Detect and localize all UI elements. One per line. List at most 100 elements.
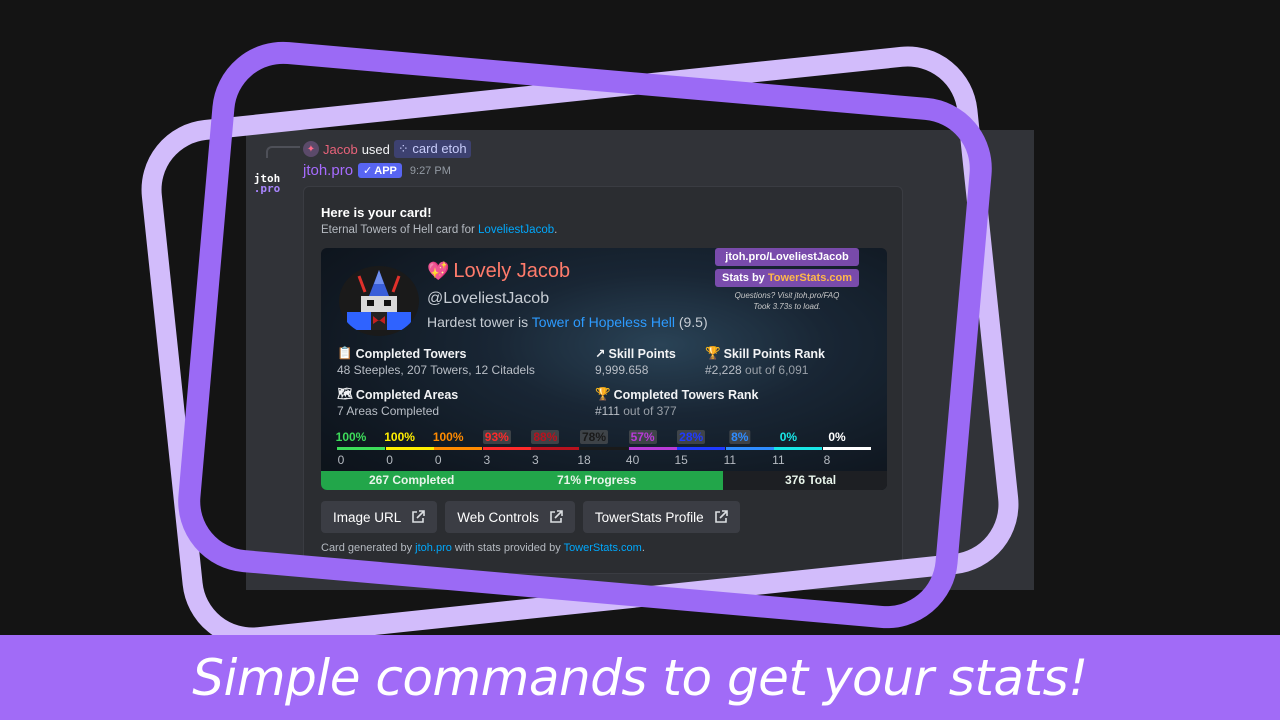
difficulty-count: 3: [532, 453, 539, 467]
ct-rank-label: Completed Towers Rank: [613, 387, 759, 402]
difficulty-percent: 93%: [482, 430, 511, 444]
difficulty-percent: 88%: [531, 430, 560, 444]
footer-jtoh-link[interactable]: jtoh.pro: [415, 542, 452, 554]
difficulty-bar-segment: [580, 447, 628, 450]
difficulty-percent: 0%: [779, 430, 798, 444]
app-badge-label: APP: [374, 164, 397, 177]
bot-avatar-line2: .pro: [253, 182, 281, 195]
message-embed: Here is your card! Eternal Towers of Hel…: [303, 186, 903, 574]
promo-banner: Simple commands to get your stats!: [0, 635, 1280, 720]
difficulty-bar-segment: [531, 447, 580, 450]
difficulty-bar-segment: [823, 447, 871, 450]
slash-command-chip[interactable]: ⁘ card etoh: [393, 140, 471, 158]
ct-rank-value: #111: [595, 404, 620, 418]
reply-username[interactable]: Jacob: [323, 142, 358, 157]
reply-used-text: used: [361, 141, 390, 157]
embed-description: Eternal Towers of Hell card for Lovelies…: [321, 224, 557, 236]
card-links: jtoh.pro/LoveliestJacob Stats by TowerSt…: [715, 248, 859, 312]
completed-areas-value: 7 Areas Completed: [337, 404, 440, 418]
slash-command-name: card etoh: [412, 141, 467, 156]
difficulty-count: 40: [625, 453, 640, 467]
external-link-icon: [714, 510, 728, 523]
difficulty-count: 0: [337, 453, 345, 467]
embed-footer: Card generated by jtoh.pro with stats pr…: [321, 542, 645, 554]
command-icon: ⁘: [397, 141, 413, 156]
bot-name[interactable]: jtoh.pro: [303, 162, 353, 179]
difficulty-bar-segment: [337, 447, 385, 450]
bot-avatar[interactable]: jtoh .pro: [252, 170, 282, 200]
difficulty-bar-segment: [677, 447, 726, 450]
image-url-button[interactable]: Image URL: [321, 501, 438, 533]
footer-towerstats-link[interactable]: TowerStats.com: [564, 542, 642, 554]
skill-points-label: Skill Points: [608, 346, 676, 361]
map-icon: 🗺: [337, 387, 353, 401]
completed-areas-label: Completed Areas: [355, 387, 459, 402]
sp-rank-value: #2,228: [705, 363, 742, 377]
completed-towers-value: 48 Steeples, 207 Towers, 12 Citadels: [337, 363, 535, 377]
command-reply-header: ✦ Jacob used ⁘ card etoh: [303, 140, 471, 158]
message-author-line: jtoh.pro ✓ APP 9:27 PM: [303, 162, 451, 179]
difficulty-percent: 0%: [828, 430, 846, 444]
trend-icon: ↗: [595, 347, 606, 361]
difficulty-percent: 8%: [729, 430, 751, 444]
clipboard-icon: 📋: [337, 346, 353, 360]
sp-rank-label: Skill Points Rank: [723, 346, 825, 361]
difficulty-count: 18: [577, 453, 591, 467]
difficulty-percent: 78%: [579, 430, 609, 444]
ct-rank-suffix: out of 377: [619, 404, 677, 418]
hardest-prefix: Hardest tower is: [427, 314, 532, 330]
embed-button-row: Image URL Web Controls TowerStats Profil…: [321, 501, 740, 533]
stat-skill-points: ↗ Skill Points 9,999.658: [595, 346, 676, 378]
difficulty-percent: 100%: [335, 430, 367, 444]
web-controls-label: Web Controls: [457, 509, 539, 525]
message-timestamp: 9:27 PM: [409, 164, 451, 177]
hardest-tower-difficulty: (9.5): [678, 314, 708, 330]
embed-desc-prefix: Eternal Towers of Hell card for: [321, 224, 479, 236]
stat-completed-towers-rank: 🏆 Completed Towers Rank #111 out of 377: [595, 387, 759, 418]
trophy-icon: 🏆: [705, 346, 721, 360]
verified-check-icon: ✓: [363, 165, 373, 177]
completed-towers-label: Completed Towers: [355, 346, 467, 361]
difficulty-percent: 100%: [384, 430, 415, 444]
difficulty-bar-segment: [774, 447, 823, 450]
card-handle: @LoveliestJacob: [427, 290, 550, 307]
difficulty-percent: 57%: [628, 430, 657, 444]
difficulty-bar-segment: [385, 447, 434, 450]
progress-completed-text: 267 Completed: [369, 473, 455, 487]
stats-by-pill: Stats by TowerStats.com: [715, 269, 859, 287]
difficulty-count: 11: [723, 453, 737, 467]
stat-completed-areas: 🗺 Completed Areas 7 Areas Completed: [337, 387, 458, 418]
embed-user-link[interactable]: LoveliestJacob: [478, 224, 554, 236]
skill-points-value: 9,999.658: [595, 363, 649, 377]
card-note-load: Took 3.73s to load.: [753, 302, 821, 311]
trophy-icon: 🏆: [595, 387, 611, 401]
card-note-faq: Questions? Visit jtoh.pro/FAQ: [734, 291, 840, 300]
progress-bar: 267 Completed 71% Progress 376 Total: [321, 471, 887, 490]
footer-suffix: .: [641, 542, 645, 554]
difficulty-percent: 28%: [677, 430, 706, 444]
user-avatar-icon[interactable]: ✦: [303, 141, 319, 157]
difficulty-count: 0: [434, 453, 442, 467]
difficulty-bar-segment: [482, 447, 531, 450]
card-display-name-text: Lovely Jacob: [453, 260, 571, 282]
reply-connector: [266, 146, 300, 158]
footer-prefix: Card generated by: [321, 542, 416, 554]
difficulty-count: 15: [674, 453, 688, 467]
difficulty-count: 11: [772, 453, 785, 467]
stats-card-image[interactable]: 💖 Lovely Jacob @LoveliestJacob Hardest t…: [321, 248, 887, 490]
towerstats-profile-label: TowerStats Profile: [594, 509, 704, 525]
stat-completed-towers: 📋 Completed Towers 48 Steeples, 207 Tower…: [337, 346, 535, 377]
card-url-pill: jtoh.pro/LoveliestJacob: [715, 248, 859, 266]
towerstats-profile-button[interactable]: TowerStats Profile: [582, 501, 740, 533]
external-link-icon: [412, 510, 426, 523]
hardest-tower-name: Tower of Hopeless Hell: [531, 314, 675, 330]
card-hardest-tower: Hardest tower is Tower of Hopeless Hell …: [427, 314, 708, 330]
external-link-icon: [550, 510, 563, 523]
difficulty-count: 8: [823, 453, 831, 467]
difficulty-bar-segment: [434, 447, 483, 450]
web-controls-button[interactable]: Web Controls: [445, 501, 575, 533]
progress-total-text: 376 Total: [785, 473, 837, 487]
difficulty-percent: 100%: [432, 430, 464, 444]
stat-skill-points-rank: 🏆 Skill Points Rank #2,228 out of 6,091: [705, 346, 825, 377]
difficulty-count: 3: [483, 453, 491, 467]
